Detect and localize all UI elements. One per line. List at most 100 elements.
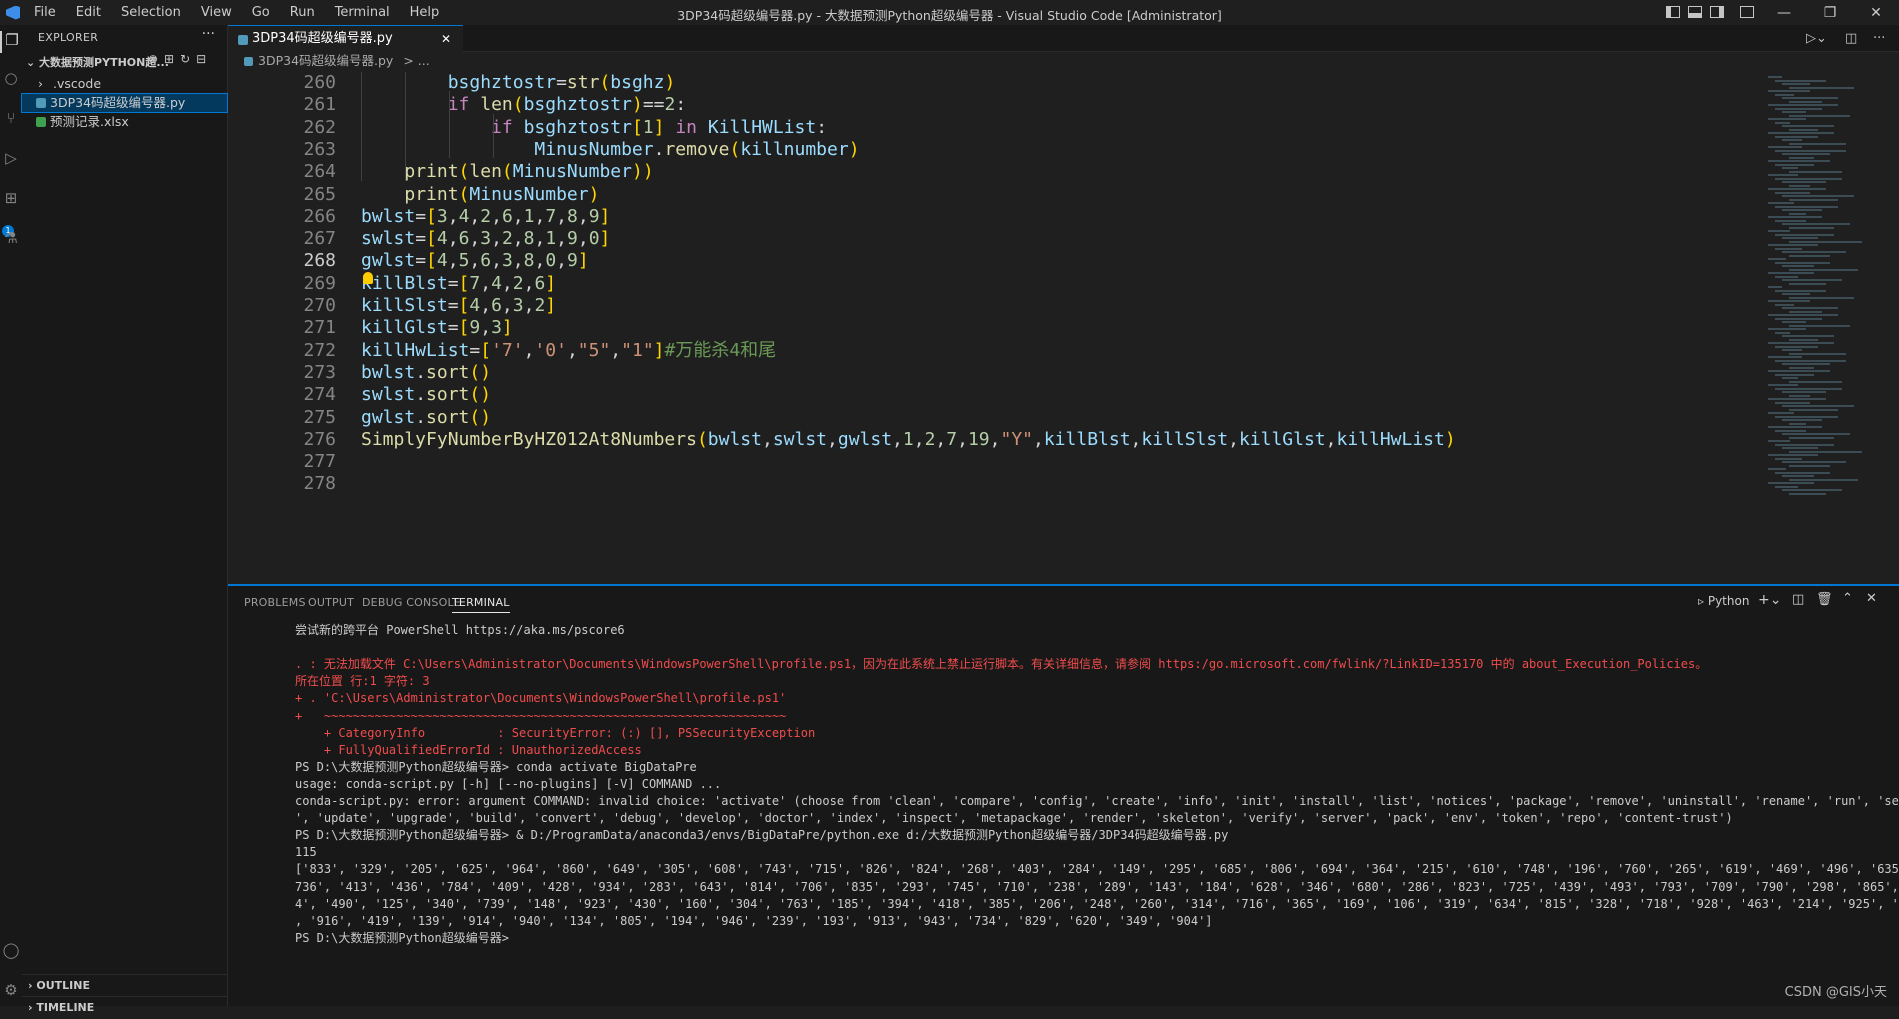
- minimap-line: [1789, 478, 1858, 481]
- minimap-line: [1768, 342, 1834, 344]
- minimap-line: [1775, 401, 1810, 404]
- code-editor[interactable]: 260 bsghztostr=str(bsghz) 261 if len(bsgh…: [228, 72, 1758, 584]
- terminal-line: 4', '490', '125', '340', '739', '148', '…: [295, 896, 1899, 911]
- editor-scrollbar[interactable]: [1888, 72, 1899, 584]
- minimap-line: [1782, 447, 1818, 449]
- minimap-line: [1789, 170, 1842, 173]
- minimap-line: [1782, 209, 1822, 211]
- editor-tab[interactable]: 3DP34码超级编号器.py ✕: [228, 25, 463, 52]
- menu-selection[interactable]: Selection: [111, 0, 191, 25]
- more-editor-actions-icon[interactable]: ···: [1873, 31, 1885, 46]
- menu-edit[interactable]: Edit: [66, 0, 111, 25]
- extensions-icon[interactable]: ⊞: [0, 189, 22, 211]
- minimap[interactable]: [1758, 72, 1888, 584]
- minimap-line: [1768, 384, 1798, 386]
- minimize-button[interactable]: —: [1762, 0, 1806, 25]
- kill-terminal-icon[interactable]: 🗑: [1816, 592, 1833, 607]
- minimap-line: [1789, 310, 1822, 313]
- new-terminal-icon[interactable]: +⌄: [1758, 592, 1781, 608]
- maximize-panel-icon[interactable]: ⌃: [1842, 591, 1853, 606]
- run-debug-icon[interactable]: ▷: [0, 149, 22, 171]
- explorer-toolbar-icons[interactable]: ⊕⊞↻⊟: [148, 52, 212, 66]
- code-line[interactable]: 278: [228, 470, 1758, 497]
- explorer-icon[interactable]: ❐: [0, 31, 22, 53]
- menu-run[interactable]: Run: [280, 0, 325, 25]
- minimap-line: [1782, 433, 1850, 435]
- menu-help[interactable]: Help: [400, 0, 450, 25]
- tab-terminal[interactable]: TERMINAL: [452, 596, 510, 613]
- minimap-line: [1782, 475, 1814, 477]
- timeline-section[interactable]: › TIMELINE: [22, 996, 227, 1018]
- minimap-line: [1768, 146, 1802, 148]
- excel-file-icon: [36, 117, 46, 127]
- minimap-line: [1775, 93, 1794, 96]
- account-icon[interactable]: ◯: [0, 941, 22, 963]
- minimap-line: [1775, 331, 1790, 334]
- timeline-label: TIMELINE: [36, 1001, 95, 1014]
- minimap-line: [1782, 97, 1838, 99]
- testing-icon[interactable]: ⚗: [0, 229, 22, 251]
- lightbulb-icon[interactable]: [363, 272, 373, 284]
- split-terminal-icon[interactable]: ◫: [1792, 592, 1804, 607]
- activity-bar: ❐ ○ ⑂ ▷ ⊞ 1 ⚗ ◯ ⚙: [0, 25, 22, 1006]
- terminal-line: 736', '413', '436', '784', '409', '428',…: [295, 879, 1899, 894]
- minimap-line: [1768, 188, 1826, 190]
- tree-item-xlsx-file[interactable]: 预测记录.xlsx: [22, 113, 227, 131]
- close-panel-icon[interactable]: ✕: [1866, 591, 1877, 606]
- toggle-panel-icon[interactable]: [1688, 6, 1702, 18]
- minimap-line: [1768, 314, 1838, 316]
- terminal-line: ', 'update', 'upgrade', 'build', 'conver…: [295, 811, 1733, 826]
- search-icon[interactable]: ○: [0, 69, 22, 91]
- breadcrumb-file[interactable]: 3DP34码超级编号器.py: [258, 53, 393, 68]
- tab-label: 3DP34码超级编号器.py: [252, 31, 393, 46]
- minimap-line: [1782, 251, 1846, 253]
- terminal-line: , '916', '419', '139', '914', '940', '13…: [295, 913, 1213, 928]
- menu-terminal[interactable]: Terminal: [325, 0, 400, 25]
- minimap-line: [1768, 160, 1830, 162]
- tab-output[interactable]: OUTPUT: [308, 596, 354, 609]
- minimap-line: [1789, 212, 1806, 215]
- customize-layout-icon[interactable]: [1740, 6, 1754, 18]
- menu-view[interactable]: View: [191, 0, 242, 25]
- breadcrumb-rest[interactable]: > ...: [403, 53, 429, 68]
- minimap-line: [1768, 272, 1814, 274]
- terminal-line: 115: [295, 845, 317, 860]
- minimap-line: [1789, 352, 1846, 355]
- run-python-file-icon[interactable]: ▷⌄: [1806, 31, 1827, 46]
- outline-section[interactable]: › OUTLINE: [22, 974, 227, 996]
- minimap-line: [1782, 377, 1798, 379]
- toggle-primary-sidebar-icon[interactable]: [1666, 6, 1680, 18]
- minimap-line: [1775, 275, 1798, 278]
- close-tab-icon[interactable]: ✕: [441, 26, 451, 52]
- minimap-line: [1768, 216, 1822, 218]
- minimap-line: [1789, 142, 1846, 145]
- source-control-icon[interactable]: ⑂: [0, 109, 22, 131]
- minimap-line: [1775, 191, 1810, 194]
- indent-guide: [493, 113, 494, 159]
- minimap-line: [1775, 121, 1790, 124]
- minimap-line: [1775, 261, 1830, 264]
- settings-gear-icon[interactable]: ⚙: [0, 981, 22, 1003]
- minimap-line: [1775, 303, 1794, 306]
- split-editor-icon[interactable]: ◫: [1845, 31, 1857, 46]
- terminal-line: PS D:\大数据预测Python超级编号器> conda activate B…: [295, 759, 697, 774]
- minimap-line: [1768, 230, 1790, 232]
- maximize-button[interactable]: ❐: [1808, 0, 1852, 25]
- tab-problems[interactable]: PROBLEMS: [244, 596, 306, 609]
- minimap-line: [1789, 254, 1830, 257]
- minimap-line: [1775, 415, 1838, 418]
- terminal-selector[interactable]: ▹ Python: [1698, 594, 1749, 608]
- more-actions-icon[interactable]: ···: [202, 26, 215, 42]
- tree-item-py-file[interactable]: 3DP34码超级编号器.py: [21, 93, 228, 113]
- minimap-line: [1775, 289, 1826, 292]
- menu-go[interactable]: Go: [242, 0, 280, 25]
- menu-file[interactable]: File: [24, 0, 66, 25]
- minimap-line: [1782, 419, 1822, 421]
- minimap-line: [1775, 247, 1802, 250]
- minimap-line: [1782, 363, 1830, 365]
- tree-item-vscode[interactable]: › .vscode: [22, 75, 227, 93]
- minimap-line: [1789, 338, 1818, 341]
- tab-debug-console[interactable]: DEBUG CONSOLE: [362, 596, 461, 609]
- toggle-secondary-sidebar-icon[interactable]: [1710, 6, 1724, 18]
- close-window-button[interactable]: ✕: [1854, 0, 1898, 25]
